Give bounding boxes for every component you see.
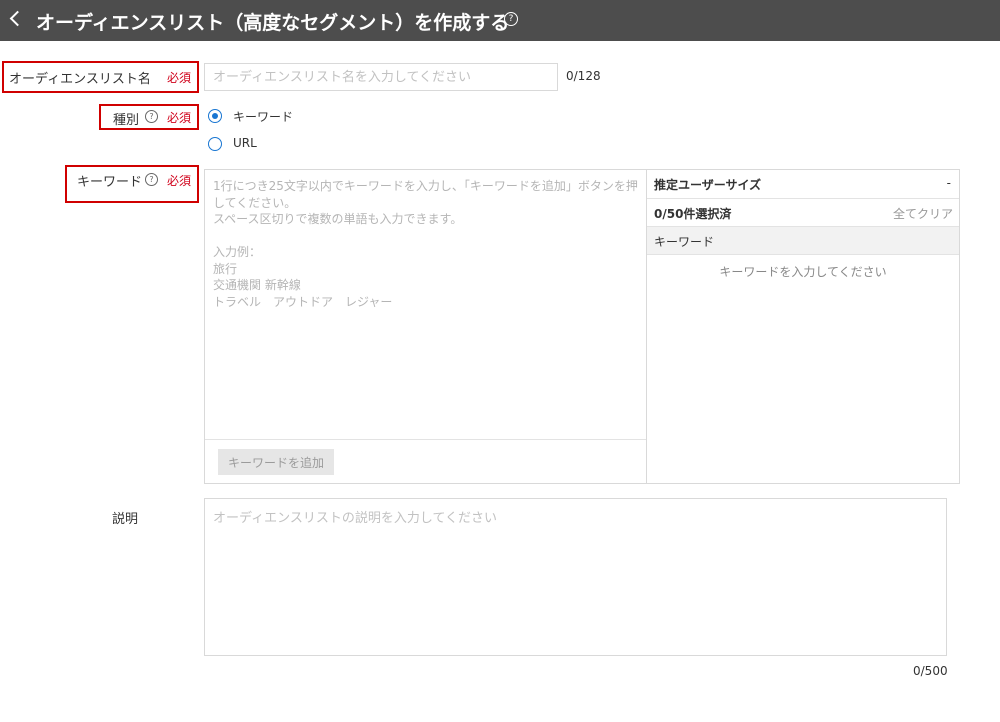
type-radio-keyword-label[interactable]: キーワード	[233, 108, 293, 125]
type-label: 種別	[113, 113, 140, 128]
add-keyword-button[interactable]: キーワードを追加	[218, 449, 334, 475]
description-textarea[interactable]	[204, 498, 947, 656]
keyword-empty-state: キーワードを入力してください	[647, 255, 959, 283]
back-chevron-icon[interactable]	[9, 10, 26, 27]
page-title: オーディエンスリスト（高度なセグメント）を作成する	[36, 12, 510, 34]
keyword-side-panel: 推定ユーザーサイズ - 0/50件選択済 全てクリア キーワード キーワードを入…	[647, 169, 960, 484]
name-label: オーディエンスリスト名	[9, 72, 151, 87]
type-radio-keyword[interactable]	[208, 109, 222, 123]
type-radio-url-label[interactable]: URL	[233, 136, 257, 150]
description-char-counter: 0/500	[913, 664, 948, 678]
clear-all-link[interactable]: 全てクリア	[893, 205, 953, 222]
page-header: オーディエンスリスト（高度なセグメント）を作成する ?	[0, 0, 1000, 41]
type-required-badge: 必須	[167, 111, 192, 125]
name-required-badge: 必須	[167, 71, 192, 85]
keyword-input-area[interactable]: 1行につき25文字以内でキーワードを入力し、「キーワードを追加」ボタンを押してく…	[204, 169, 647, 484]
selected-row: 0/50件選択済 全てクリア	[647, 199, 959, 227]
title-help-icon[interactable]: ?	[504, 12, 518, 26]
estimate-label: 推定ユーザーサイズ	[654, 178, 762, 192]
audience-name-input[interactable]	[204, 63, 558, 91]
name-char-counter: 0/128	[566, 69, 601, 83]
keyword-input-placeholder[interactable]: 1行につき25文字以内でキーワードを入力し、「キーワードを追加」ボタンを押してく…	[213, 178, 638, 310]
keyword-required-badge: 必須	[167, 174, 192, 188]
keyword-help-icon[interactable]: ?	[145, 173, 158, 186]
selected-count: 0/50件選択済	[654, 207, 732, 221]
keyword-empty-message: キーワードを入力してください	[719, 265, 887, 279]
keyword-column-title: キーワード	[654, 235, 715, 249]
keyword-column-header: キーワード	[647, 227, 959, 255]
keyword-label: キーワード	[77, 175, 143, 190]
keyword-input-footer: キーワードを追加	[205, 439, 646, 484]
estimate-row: 推定ユーザーサイズ -	[647, 170, 959, 199]
estimate-value: -	[946, 176, 951, 190]
type-help-icon[interactable]: ?	[145, 110, 158, 123]
type-radio-url[interactable]	[208, 137, 222, 151]
description-label: 説明	[112, 512, 139, 527]
